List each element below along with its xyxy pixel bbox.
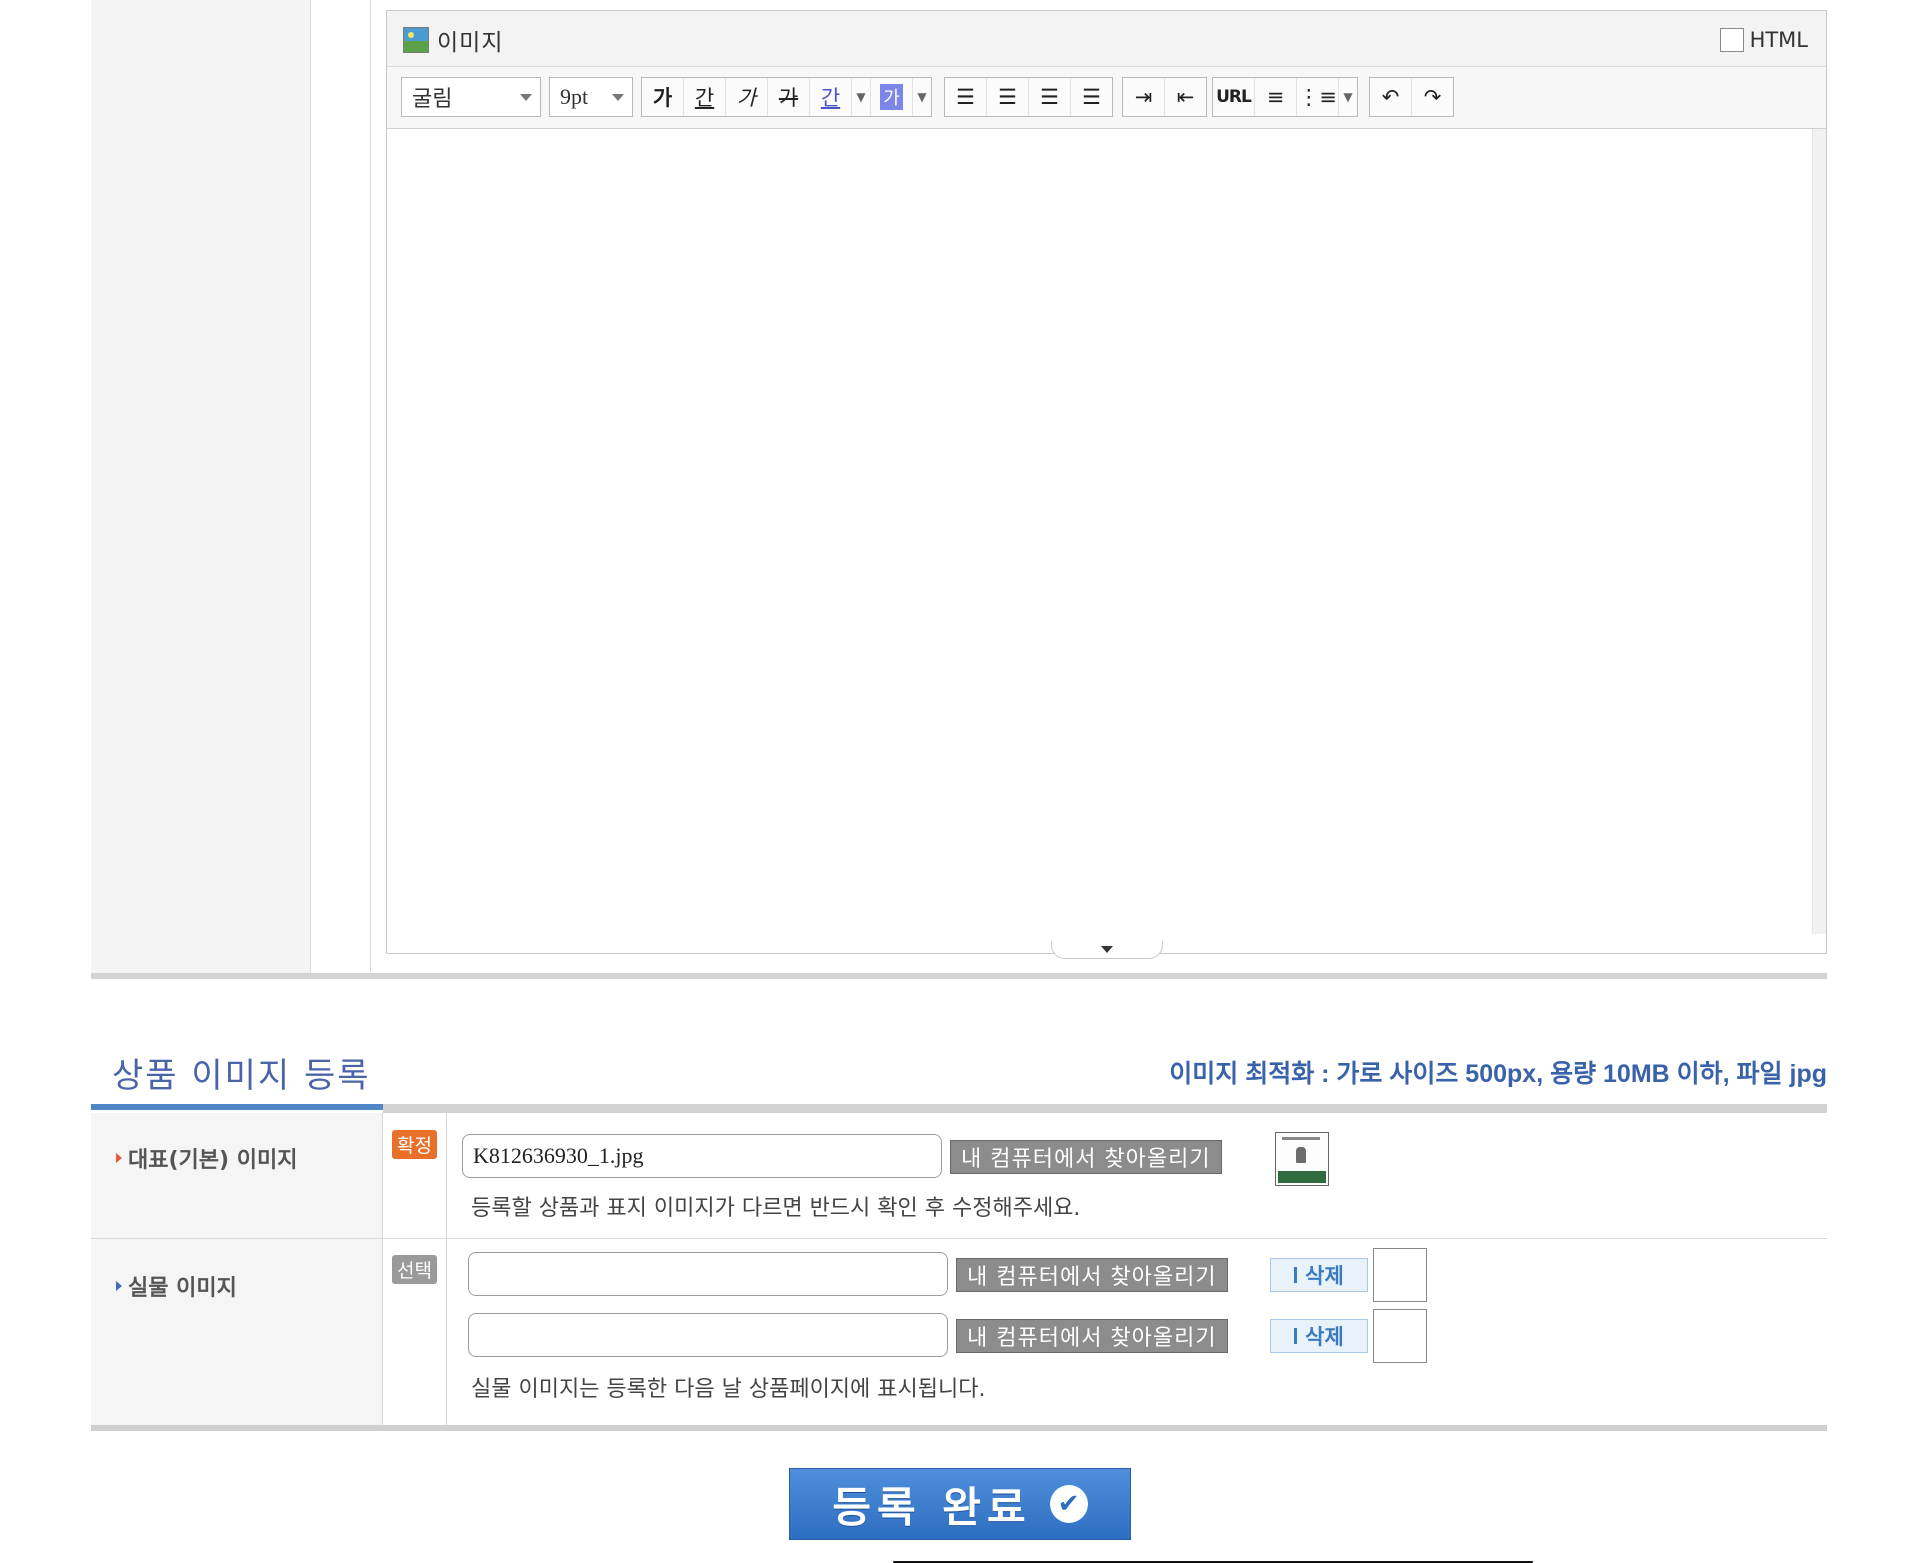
real-image-upload-button-2[interactable]: 내 컴퓨터에서 찾아올리기 xyxy=(956,1319,1228,1353)
html-label: HTML xyxy=(1749,28,1808,52)
highlight-swatch: 가 xyxy=(880,84,903,110)
align-center-icon[interactable]: ☰ xyxy=(987,78,1029,116)
real-image-file-field-1[interactable] xyxy=(468,1252,948,1296)
editor-tab-bar: 이미지 HTML xyxy=(387,11,1826,67)
section-divider xyxy=(91,973,1827,979)
html-checkbox[interactable] xyxy=(1719,28,1744,52)
thumbnail-title-line xyxy=(1282,1137,1320,1140)
main-image-label: 대표(기본) 이미지 xyxy=(116,1142,297,1174)
editor-resize-handle[interactable] xyxy=(1051,941,1163,959)
main-image-file-field[interactable]: K812636930_1.jpg xyxy=(462,1134,942,1178)
real-image-thumbnail-1[interactable] xyxy=(1373,1248,1427,1302)
tab-image[interactable]: 이미지 xyxy=(403,25,504,56)
underline-button[interactable]: 간 xyxy=(684,78,726,116)
real-image-label: 실물 이미지 xyxy=(116,1270,237,1302)
chevron-down-icon xyxy=(612,94,624,101)
submit-label: 등록 완료 xyxy=(832,1482,1032,1532)
font-family-value: 굴림 xyxy=(412,87,453,112)
horizontal-rule-icon[interactable]: ≡ xyxy=(1255,78,1297,116)
font-size-value: 9pt xyxy=(560,84,589,109)
form-badge-column xyxy=(311,0,371,973)
section-title-underline xyxy=(91,1104,383,1110)
font-family-select[interactable]: 굴림 xyxy=(401,77,541,117)
optional-badge: 선택 xyxy=(392,1255,437,1284)
delete-label: 삭제 xyxy=(1305,1325,1344,1349)
main-image-helper-text: 등록할 상품과 표지 이미지가 다르면 반드시 확인 후 수정해주세요. xyxy=(471,1196,1081,1221)
align-group: ☰ ☰ ☰ ☰ xyxy=(944,77,1113,117)
font-color-dropdown[interactable]: ▼ xyxy=(852,78,871,116)
delete-bar-icon xyxy=(1294,1328,1298,1344)
indent-group: ⇥ ⇤ xyxy=(1122,77,1207,117)
editor-toolbar: 굴림 9pt 가 간 가 가 간 ▼ 가 ▼ ☰ ☰ ☰ ☰ ⇥ ⇤ URL ≡… xyxy=(387,67,1826,129)
real-image-helper-text: 실물 이미지는 등록한 다음 날 상품페이지에 표시됩니다. xyxy=(471,1377,986,1402)
strikethrough-button[interactable]: 가 xyxy=(768,78,810,116)
real-image-delete-button-2[interactable]: 삭제 xyxy=(1270,1319,1368,1353)
align-right-icon[interactable]: ☰ xyxy=(1029,78,1071,116)
html-mode-toggle[interactable]: HTML xyxy=(1719,25,1808,55)
main-image-label-text: 대표(기본) 이미지 xyxy=(128,1148,298,1173)
section-top-rule xyxy=(383,1104,1827,1113)
url-link-button[interactable]: URL xyxy=(1213,78,1255,116)
main-image-thumbnail[interactable] xyxy=(1275,1132,1329,1186)
image-optimize-note: 이미지 최적화 : 가로 사이즈 500px, 용량 10MB 이하, 파일 j… xyxy=(1169,1060,1827,1088)
undo-icon[interactable]: ↶ xyxy=(1370,78,1412,116)
confirmed-badge: 확정 xyxy=(392,1130,437,1159)
real-image-delete-button-1[interactable]: 삭제 xyxy=(1270,1258,1368,1292)
text-style-group: 가 간 가 가 간 ▼ 가 ▼ xyxy=(641,77,932,117)
align-justify-icon[interactable]: ☰ xyxy=(1071,78,1112,116)
font-size-select[interactable]: 9pt xyxy=(549,77,633,117)
delete-bar-icon xyxy=(1294,1267,1298,1283)
caret-down-icon xyxy=(1101,946,1113,953)
image-icon xyxy=(403,27,429,53)
list-icon[interactable]: ⋮≡ xyxy=(1297,78,1339,116)
row-divider xyxy=(91,1238,1827,1239)
editor-scrollbar[interactable] xyxy=(1812,129,1826,934)
editor-content-area[interactable] xyxy=(387,129,1813,934)
thumbnail-strip xyxy=(1278,1171,1326,1183)
delete-label: 삭제 xyxy=(1305,1264,1344,1288)
real-image-upload-button-1[interactable]: 내 컴퓨터에서 찾아올리기 xyxy=(956,1258,1228,1292)
history-group: ↶ ↷ xyxy=(1369,77,1454,117)
form-label-column xyxy=(91,0,311,973)
tab-image-label: 이미지 xyxy=(437,30,504,56)
submit-registration-button[interactable]: 등록 완료 ✔ xyxy=(789,1468,1131,1540)
indent-icon[interactable]: ⇥ xyxy=(1123,78,1165,116)
redo-icon[interactable]: ↷ xyxy=(1412,78,1453,116)
section-bottom-rule xyxy=(91,1425,1827,1431)
main-image-upload-button[interactable]: 내 컴퓨터에서 찾아올리기 xyxy=(950,1140,1222,1174)
italic-button[interactable]: 가 xyxy=(726,78,768,116)
align-left-icon[interactable]: ☰ xyxy=(945,78,987,116)
real-image-thumbnail-2[interactable] xyxy=(1373,1309,1427,1363)
chevron-down-icon xyxy=(520,94,532,101)
list-dropdown[interactable]: ▼ xyxy=(1339,78,1357,116)
bullet-icon xyxy=(116,1281,122,1291)
outdent-icon[interactable]: ⇤ xyxy=(1165,78,1206,116)
bullet-icon xyxy=(116,1153,122,1163)
section-title: 상품 이미지 등록 xyxy=(112,1056,371,1096)
highlight-dropdown[interactable]: ▼ xyxy=(913,78,931,116)
insert-group: URL ≡ ⋮≡ ▼ xyxy=(1212,77,1358,117)
real-image-label-text: 실물 이미지 xyxy=(128,1276,237,1301)
check-icon: ✔ xyxy=(1049,1485,1088,1523)
thumbnail-figure xyxy=(1296,1147,1306,1163)
highlight-button[interactable]: 가 xyxy=(871,78,913,116)
font-color-button[interactable]: 간 xyxy=(810,78,852,116)
bold-button[interactable]: 가 xyxy=(642,78,684,116)
real-image-file-field-2[interactable] xyxy=(468,1313,948,1357)
rich-text-editor: 이미지 HTML 굴림 9pt 가 간 가 가 간 ▼ 가 ▼ ☰ ☰ ☰ ☰ … xyxy=(386,10,1827,959)
